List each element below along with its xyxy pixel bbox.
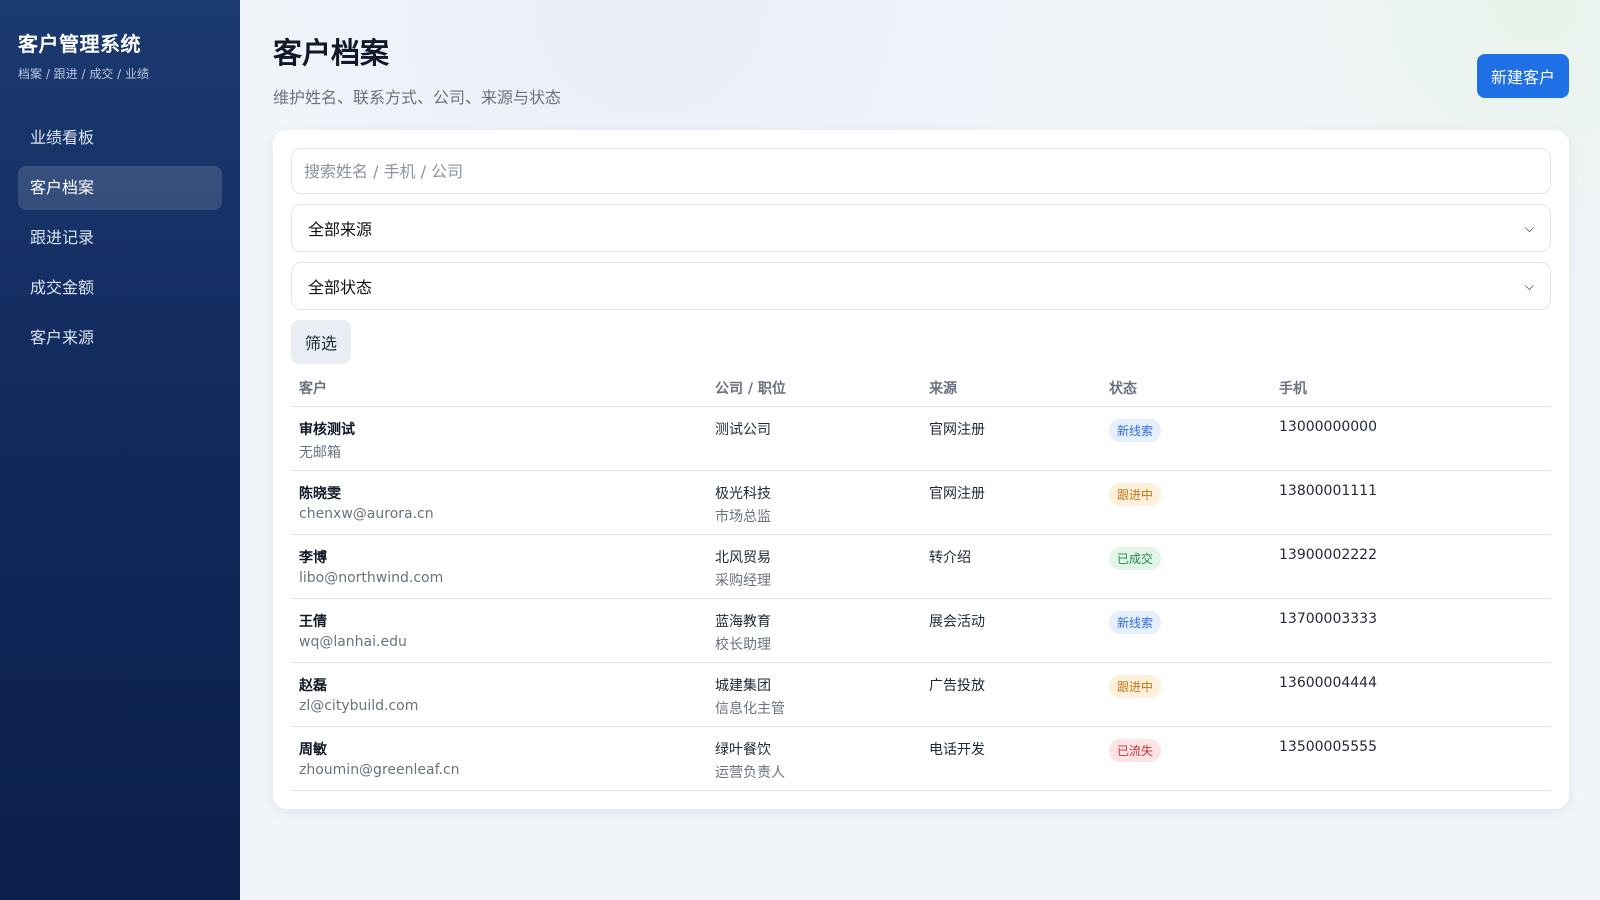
table-row[interactable]: 陈晓雯 chenxw@aurora.cn 极光科技市场总监 官网注册 跟进中 13… [291,470,1551,535]
customer-email: zl@citybuild.com [299,698,419,714]
app-title: 客户管理系统 [18,32,141,56]
status-select[interactable]: 全部状态 ⌵ [291,262,1551,310]
customer-name: 审核测试 [299,422,355,438]
customer-email: chenxw@aurora.cn [299,506,434,522]
customer-phone: 13000000000 [1271,406,1551,471]
status-badge: 已流失 [1109,739,1162,762]
customer-company: 测试公司 [715,422,771,438]
customer-name: 李博 [299,550,327,566]
customer-email: libo@northwind.com [299,570,444,586]
customer-phone: 13800001111 [1271,470,1551,535]
customer-phone: 13700003333 [1271,598,1551,663]
chevron-down-icon: ⌵ [1524,220,1534,235]
status-badge: 跟进中 [1109,675,1162,698]
customer-phone: 13500005555 [1271,726,1551,791]
table-row[interactable]: 赵磊 zl@citybuild.com 城建集团信息化主管 广告投放 跟进中 13… [291,662,1551,727]
customer-source: 展会活动 [921,598,1101,663]
column-header-company: 公司 / 职位 [707,368,921,407]
main-content: 客户档案 维护姓名、联系方式、公司、来源与状态 新建客户 全部来源 ⌵ 全部状态… [240,0,1600,900]
customer-source: 官网注册 [921,470,1101,535]
column-header-source: 来源 [921,368,1101,407]
status-badge: 已成交 [1109,547,1162,570]
customer-source: 转介绍 [921,534,1101,599]
search-input[interactable] [291,148,1551,194]
status-select-value: 全部状态 [308,278,373,297]
table-row[interactable]: 审核测试无邮箱 测试公司 官网注册 新线索 13000000000 [291,406,1551,471]
source-select-value: 全部来源 [308,220,373,239]
table-row[interactable]: 李博 libo@northwind.com 北风贸易采购经理 转介绍 已成交 13… [291,534,1551,599]
customer-company: 蓝海教育 [715,614,771,630]
sidebar-item-deals[interactable]: 成交金额 [18,266,222,310]
filter-button[interactable]: 筛选 [291,320,352,364]
page-subtitle: 维护姓名、联系方式、公司、来源与状态 [273,88,562,107]
customer-card: 全部来源 ⌵ 全部状态 ⌵ 筛选 客户 公司 / 职位 来源 状态 手机 审核测… [273,130,1569,809]
customer-position: 运营负责人 [715,765,785,781]
customer-name: 周敏 [299,742,327,758]
customer-position: 信息化主管 [715,701,785,717]
status-badge: 新线索 [1109,611,1162,634]
customer-source: 电话开发 [921,726,1101,791]
sidebar-item-sources[interactable]: 客户来源 [18,316,222,360]
customer-name: 王倩 [299,614,327,630]
source-select[interactable]: 全部来源 ⌵ [291,204,1551,252]
customer-phone: 13600004444 [1271,662,1551,727]
customer-company: 北风贸易 [715,550,771,566]
sidebar-nav: 业绩看板 客户档案 跟进记录 成交金额 客户来源 [18,116,222,360]
customer-name: 陈晓雯 [299,486,341,502]
column-header-phone: 手机 [1271,368,1551,407]
customer-company: 城建集团 [715,678,771,694]
sidebar-item-followups[interactable]: 跟进记录 [18,216,222,260]
page-header: 客户档案 维护姓名、联系方式、公司、来源与状态 新建客户 [273,30,1569,108]
customer-name: 赵磊 [299,678,327,694]
new-customer-button[interactable]: 新建客户 [1476,54,1569,98]
table-row[interactable]: 周敏 zhoumin@greenleaf.cn 绿叶餐饮运营负责人 电话开发 已流… [291,726,1551,791]
customer-source: 官网注册 [921,406,1101,471]
customer-email: 无邮箱 [299,445,341,461]
customer-phone: 13900002222 [1271,534,1551,599]
customer-email: wq@lanhai.edu [299,634,407,650]
sidebar-item-dashboard[interactable]: 业绩看板 [18,116,222,160]
app-subtitle: 档案 / 跟进 / 成交 / 业绩 [18,67,150,81]
sidebar-item-customers[interactable]: 客户档案 [18,166,222,210]
page-title: 客户档案 [273,36,390,70]
customer-position: 校长助理 [715,637,771,653]
customer-position: 采购经理 [715,573,771,589]
status-badge: 新线索 [1109,419,1162,442]
customer-position: 市场总监 [715,509,771,525]
status-badge: 跟进中 [1109,483,1162,506]
customer-company: 极光科技 [715,486,771,502]
customer-company: 绿叶餐饮 [715,742,771,758]
customer-source: 广告投放 [921,662,1101,727]
table-header-row: 客户 公司 / 职位 来源 状态 手机 [291,368,1551,407]
table-row[interactable]: 王倩 wq@lanhai.edu 蓝海教育校长助理 展会活动 新线索 137000… [291,598,1551,663]
customer-email: zhoumin@greenleaf.cn [299,762,460,778]
column-header-customer: 客户 [291,368,707,407]
sidebar: 客户管理系统 档案 / 跟进 / 成交 / 业绩 业绩看板 客户档案 跟进记录 … [0,0,240,900]
chevron-down-icon: ⌵ [1524,278,1534,293]
customer-table: 客户 公司 / 职位 来源 状态 手机 审核测试无邮箱 测试公司 官网注册 新线… [291,368,1551,791]
column-header-status: 状态 [1101,368,1271,407]
